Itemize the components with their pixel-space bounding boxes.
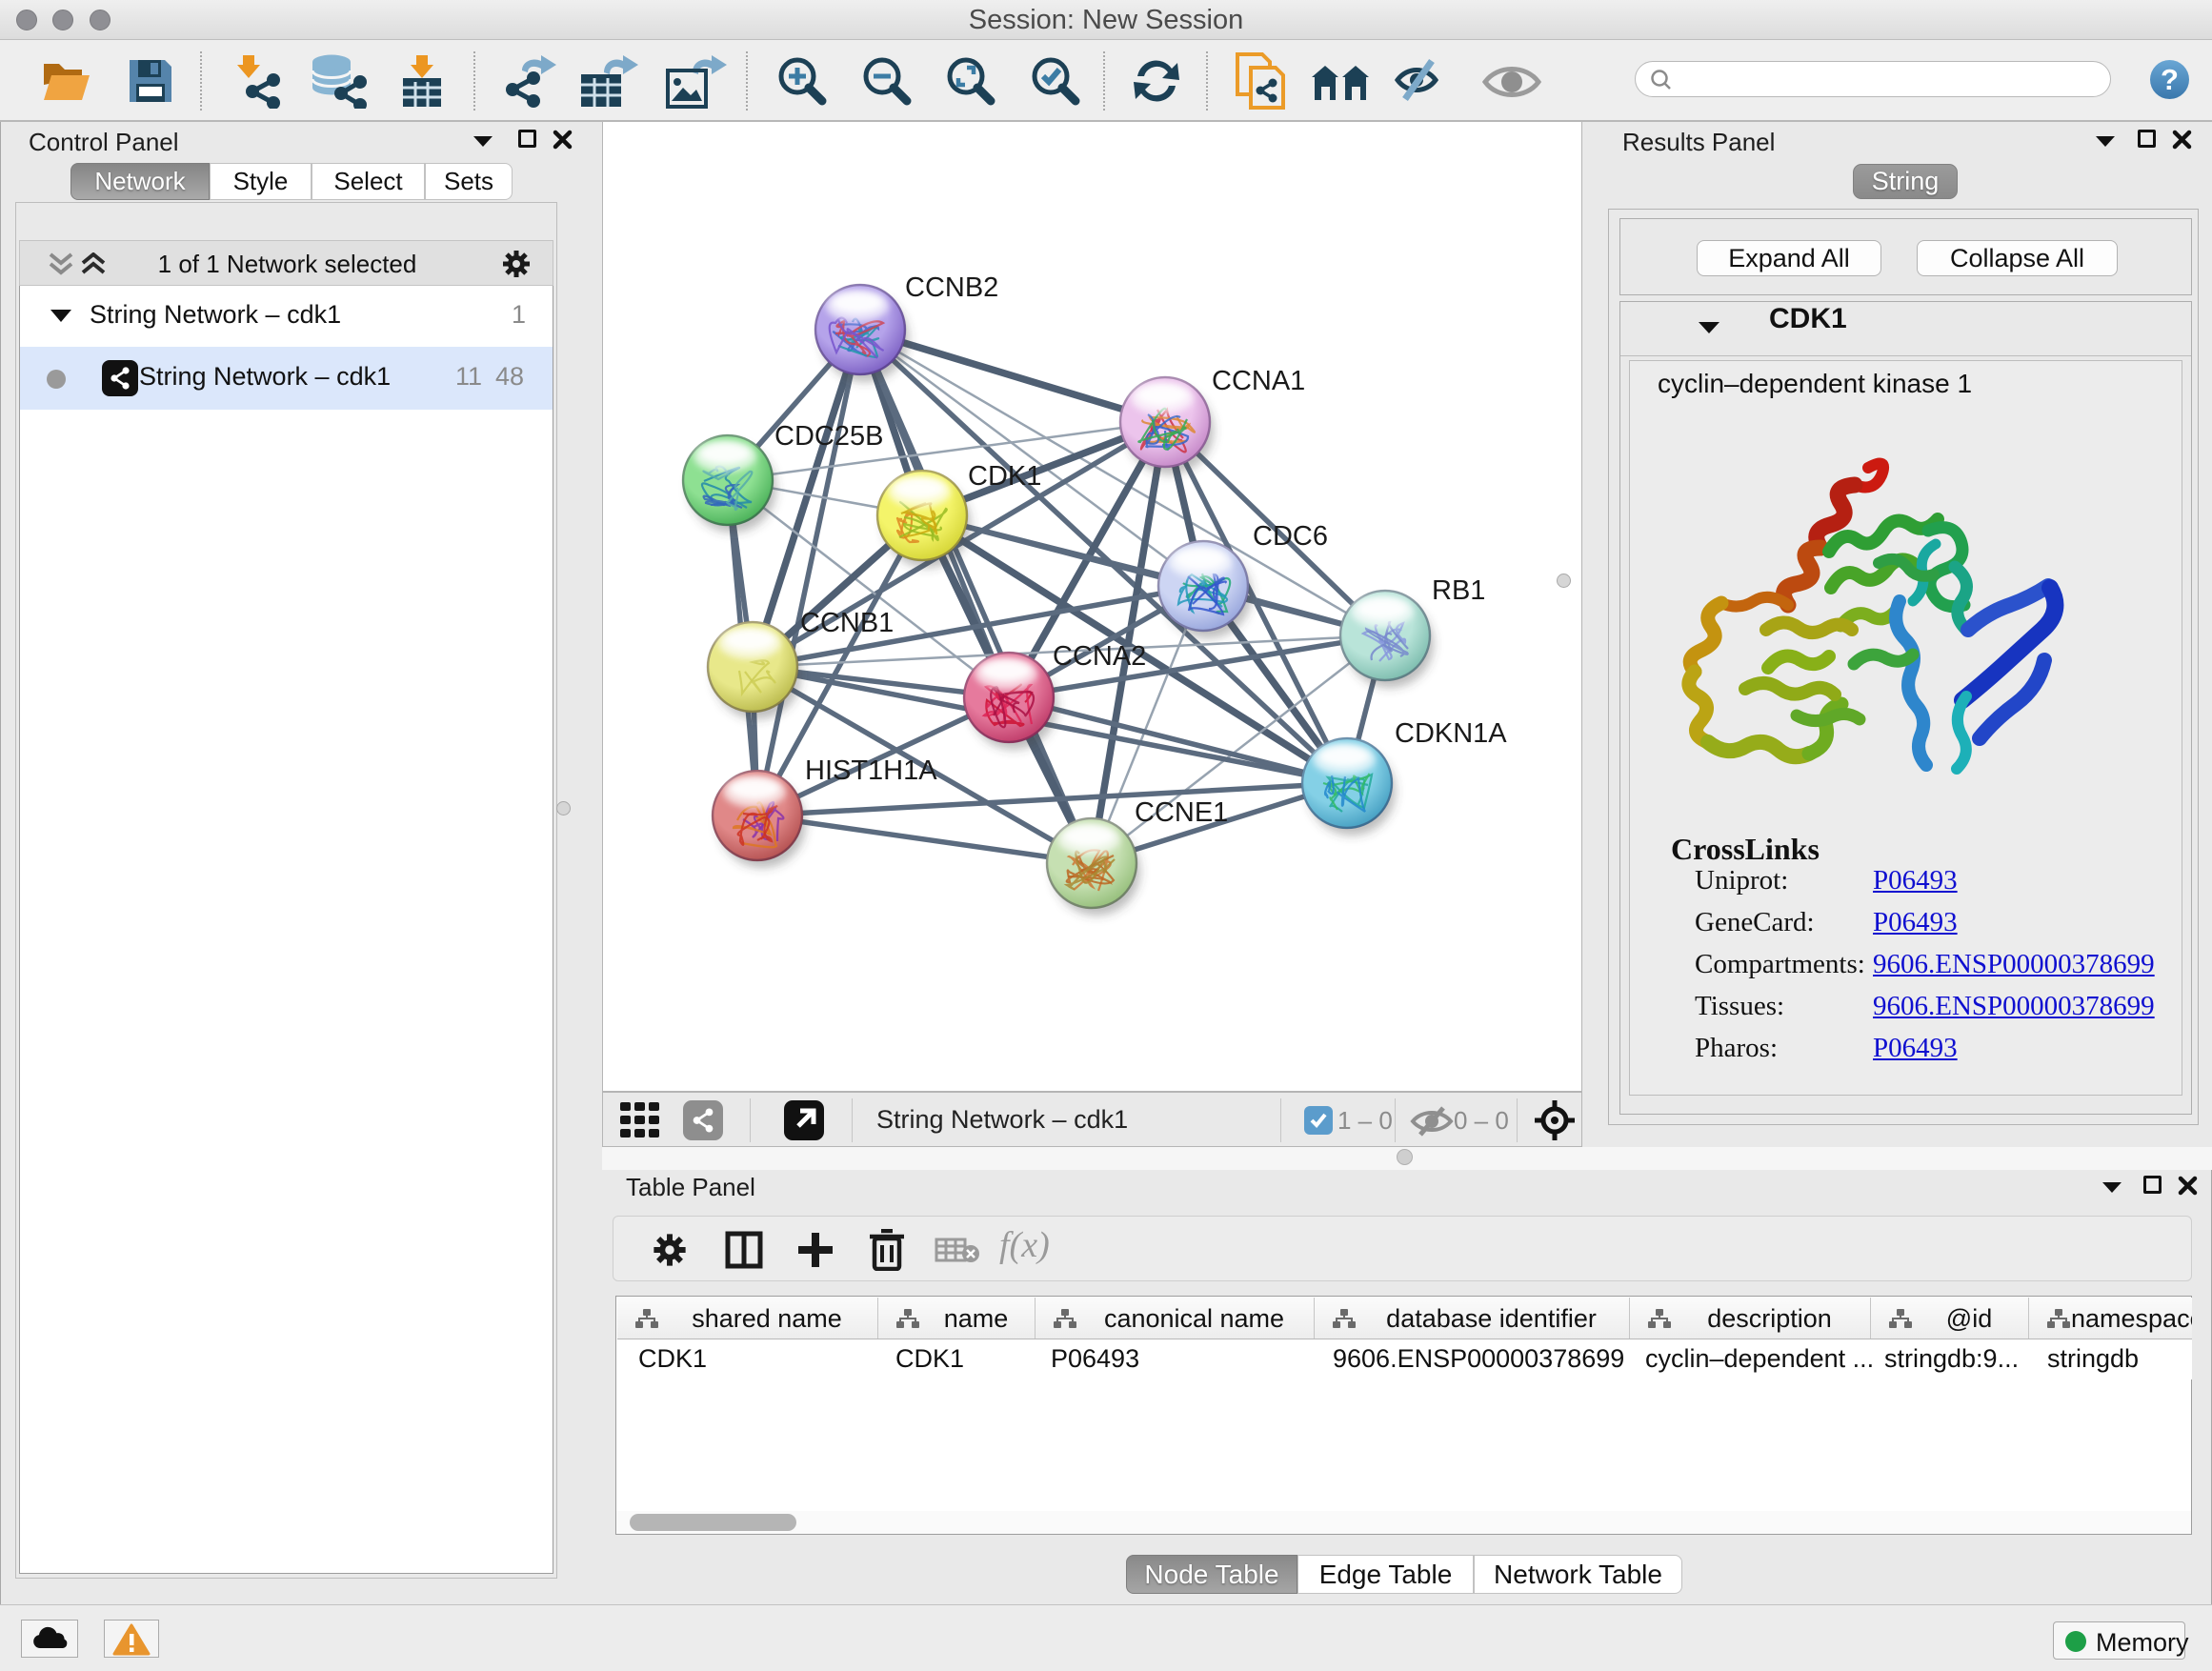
svg-text:CCNA1: CCNA1: [1212, 366, 1305, 396]
svg-text:CCNA2: CCNA2: [1053, 641, 1146, 672]
svg-text:CCNB1: CCNB1: [800, 608, 894, 638]
svg-text:CDKN1A: CDKN1A: [1395, 718, 1507, 749]
svg-text:CCNE1: CCNE1: [1135, 797, 1228, 828]
svg-text:HIST1H1A: HIST1H1A: [805, 755, 937, 786]
svg-text:CCNB2: CCNB2: [905, 272, 998, 303]
svg-text:CDC6: CDC6: [1253, 521, 1328, 552]
svg-text:CDC25B: CDC25B: [774, 421, 883, 452]
svg-text:CDK1: CDK1: [968, 461, 1041, 492]
svg-text:RB1: RB1: [1432, 575, 1485, 606]
